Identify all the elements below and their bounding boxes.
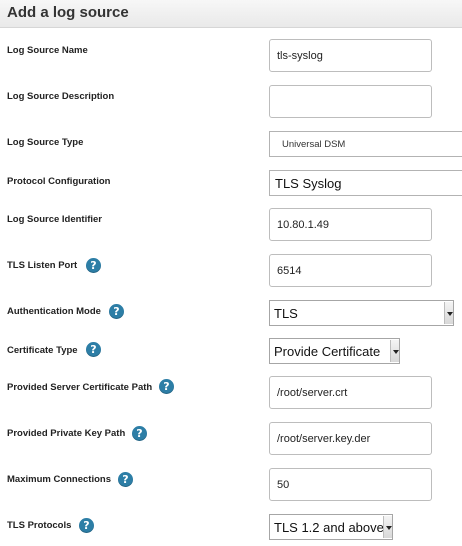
certificate-type-label: Certificate Type xyxy=(7,345,78,356)
log-source-type-label: Log Source Type xyxy=(7,137,84,148)
help-icon[interactable]: ? xyxy=(118,472,133,487)
maximum-connections-label: Maximum Connections xyxy=(7,474,111,485)
help-icon[interactable]: ? xyxy=(79,518,94,533)
authentication-mode-label: Authentication Mode xyxy=(7,306,101,317)
log-source-description-input[interactable] xyxy=(269,85,432,118)
tls-protocols-value: TLS 1.2 and above xyxy=(274,519,384,535)
log-source-description-label: Log Source Description xyxy=(7,91,115,102)
protocol-configuration-label: Protocol Configuration xyxy=(7,176,111,187)
page-header: Add a log source xyxy=(0,0,462,28)
server-certificate-path-input[interactable]: /root/server.crt xyxy=(269,376,432,409)
tls-listen-port-label: TLS Listen Port xyxy=(7,260,78,271)
log-source-identifier-input[interactable]: 10.80.1.49 xyxy=(269,208,432,241)
authentication-mode-value: TLS xyxy=(274,305,298,321)
help-icon[interactable]: ? xyxy=(86,342,101,357)
tls-protocols-label: TLS Protocols xyxy=(7,520,72,531)
protocol-configuration-select[interactable]: TLS Syslog xyxy=(269,170,462,196)
log-source-type-select[interactable]: Universal DSM xyxy=(269,131,462,157)
certificate-type-value: Provide Certificate xyxy=(274,343,381,359)
maximum-connections-input[interactable]: 50 xyxy=(269,468,432,501)
help-icon[interactable]: ? xyxy=(159,379,174,394)
help-icon[interactable]: ? xyxy=(86,258,101,273)
tls-protocols-select[interactable]: TLS 1.2 and above xyxy=(269,514,393,540)
private-key-path-label: Provided Private Key Path xyxy=(7,428,126,439)
authentication-mode-select[interactable]: TLS xyxy=(269,300,454,326)
private-key-path-input[interactable]: /root/server.key.der xyxy=(269,422,432,455)
certificate-type-select[interactable]: Provide Certificate xyxy=(269,338,400,364)
chevron-down-icon xyxy=(390,340,399,362)
log-source-name-input[interactable]: tls-syslog xyxy=(269,39,432,72)
server-certificate-path-label: Provided Server Certificate Path xyxy=(7,382,153,393)
log-source-identifier-label: Log Source Identifier xyxy=(7,214,103,225)
chevron-down-icon xyxy=(444,302,453,324)
chevron-down-icon xyxy=(383,516,392,538)
log-source-name-label: Log Source Name xyxy=(7,45,88,56)
page-title: Add a log source xyxy=(7,4,129,21)
help-icon[interactable]: ? xyxy=(109,304,124,319)
help-icon[interactable]: ? xyxy=(132,426,147,441)
tls-listen-port-input[interactable]: 6514 xyxy=(269,254,432,287)
